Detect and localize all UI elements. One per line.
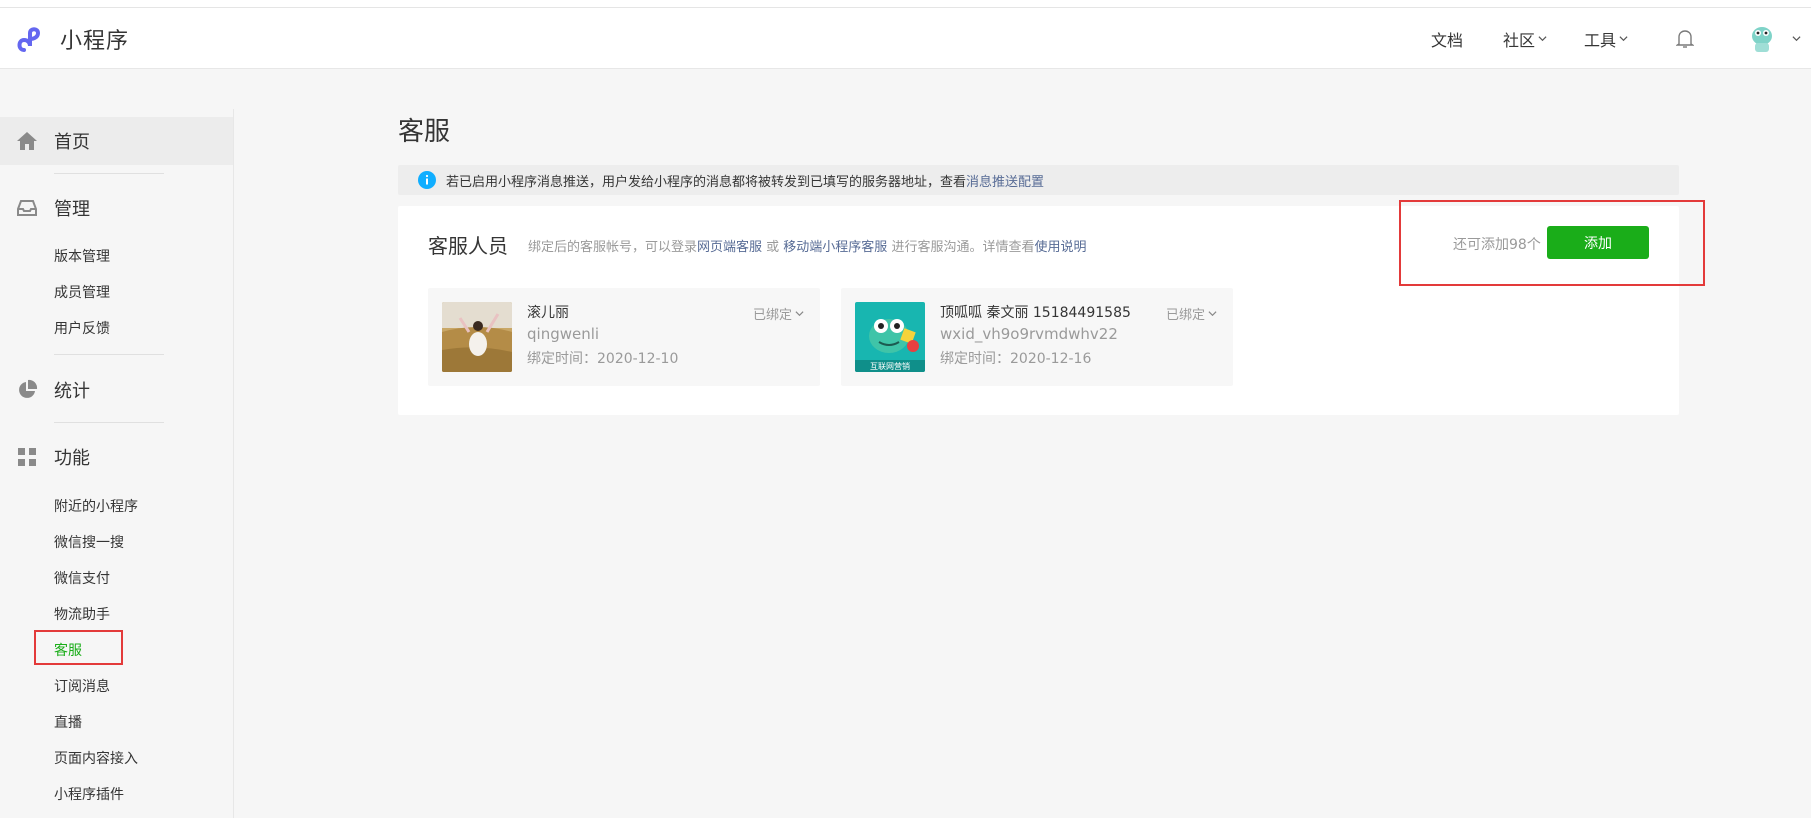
sidebar-item-members[interactable]: 成员管理 [54,284,110,302]
card-title: 客服人员 [428,234,508,258]
sidebar-item-nearby[interactable]: 附近的小程序 [54,498,138,516]
notice-text: 若已启用小程序消息推送，用户发给小程序的消息都将被转发到已填写的服务器地址，查看 [446,174,967,190]
divider [54,173,164,174]
chevron-down-icon [1792,36,1801,42]
card-desc-text: 进行客服沟通。详情查看 [887,240,1035,255]
divider [54,354,164,355]
nav-docs[interactable]: 文档 [1431,27,1463,51]
staff-status-label: 已绑定 [752,308,792,323]
staff-photo [442,302,512,372]
web-customer-service-link[interactable]: 网页端客服 [697,240,762,255]
sidebar-item-logistics[interactable]: 物流助手 [54,606,110,624]
staff-account: wxid_vh9o9rvmdwhv22 [940,325,1118,343]
info-icon [418,171,436,189]
notice-bar: 若已启用小程序消息推送，用户发给小程序的消息都将被转发到已填写的服务器地址，查看… [398,165,1679,195]
sidebar-item-page-content[interactable]: 页面内容接入 [54,750,138,768]
home-icon [17,132,37,150]
avatar: 互联网营销 [855,302,925,372]
sidebar-item-wechat-pay[interactable]: 微信支付 [54,570,110,588]
staff-card: 滚儿丽 qingwenli 绑定时间：2020-12-10 已绑定 [428,288,820,386]
user-menu[interactable] [1749,24,1801,54]
avatar [1752,26,1772,52]
sidebar-item-version[interactable]: 版本管理 [54,248,110,266]
staff-card: 互联网营销 顶呱呱 秦文丽 15184491585 wxid_vh9o9rvmd… [841,288,1233,386]
staff-status-dropdown[interactable]: 已绑定 [1166,304,1217,323]
sidebar-item-manage-label: 管理 [54,199,90,220]
message-push-config-link[interactable]: 消息推送配置 [966,171,1044,190]
divider [54,422,164,423]
sidebar-item-features[interactable]: 功能 [0,433,233,481]
page-title: 客服 [398,117,451,147]
highlight-box [1399,200,1705,286]
chevron-down-icon [1208,311,1217,317]
staff-name: 顶呱呱 秦文丽 15184491585 [940,305,1131,321]
staff-bind-time: 绑定时间：2020-12-10 [527,351,679,367]
chevron-down-icon [795,311,804,317]
staff-bind-time: 绑定时间：2020-12-16 [940,351,1092,367]
nav-community[interactable]: 社区 [1503,27,1547,51]
app-title: 小程序 [60,29,130,54]
nav-community-label: 社区 [1502,30,1535,50]
sidebar: 首页 管理 版本管理 成员管理 用户反馈 统计 功能 附近的小程序 微信搜一搜 … [0,109,234,818]
nav-docs-label: 文档 [1430,30,1463,50]
app-logo[interactable]: 小程序 [16,22,129,56]
top-nav: 文档 社区 工具 [1431,8,1811,69]
sidebar-item-wechat-search[interactable]: 微信搜一搜 [54,534,124,552]
top-strip [0,0,1811,8]
miniprogram-logo-icon [17,27,41,52]
sidebar-item-subscriptions[interactable]: 订阅消息 [54,678,110,696]
sidebar-item-stats[interactable]: 统计 [0,366,233,414]
usage-guide-link[interactable]: 使用说明 [1034,240,1086,255]
sidebar-item-home-label: 首页 [54,132,90,153]
staff-status-label: 已绑定 [1165,308,1205,323]
card-desc-text: 或 [762,240,784,255]
sidebar-item-live[interactable]: 直播 [54,714,82,732]
staff-status-dropdown[interactable]: 已绑定 [753,304,804,323]
sidebar-item-feedback[interactable]: 用户反馈 [54,320,110,338]
avatar [442,302,512,372]
sidebar-item-home[interactable]: 首页 [0,117,233,165]
sidebar-item-plugins[interactable]: 小程序插件 [54,786,124,804]
mobile-customer-service-link[interactable]: 移动端小程序客服 [783,240,887,255]
staff-account: qingwenli [527,325,600,343]
card-description: 绑定后的客服帐号，可以登录网页端客服 或 移动端小程序客服 进行客服沟通。详情查… [528,236,1086,255]
staff-name: 滚儿丽 [527,305,569,321]
grid-icon [18,448,36,466]
inbox-icon [17,200,37,216]
sidebar-item-manage[interactable]: 管理 [0,184,233,232]
chevron-down-icon [1538,36,1547,42]
sidebar-item-stats-label: 统计 [54,381,90,402]
sidebar-item-features-label: 功能 [54,448,90,469]
avatar-caption: 互联网营销 [870,361,910,371]
staff-photo: 互联网营销 [855,302,925,372]
top-header: 小程序 文档 社区 工具 [0,8,1811,69]
nav-tools-label: 工具 [1583,30,1616,50]
card-desc-text: 绑定后的客服帐号，可以登录 [528,240,698,255]
bell-icon[interactable] [1676,29,1694,49]
pie-chart-icon [19,379,38,398]
nav-tools[interactable]: 工具 [1584,27,1628,51]
highlight-box [34,630,123,665]
chevron-down-icon [1619,36,1628,42]
